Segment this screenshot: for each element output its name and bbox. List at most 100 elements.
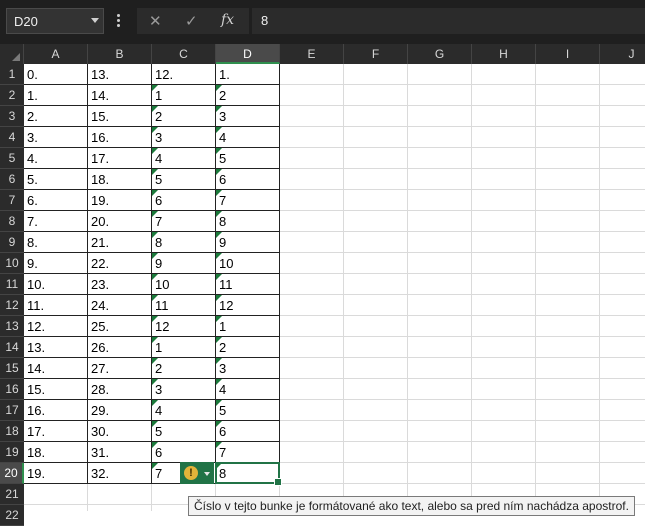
cell-d7[interactable]: 7 (216, 190, 280, 211)
cell-d18[interactable]: 6 (216, 421, 280, 442)
cell-c7[interactable]: 6 (152, 190, 216, 211)
cell-a16[interactable]: 15. (24, 379, 88, 400)
cell-a11[interactable]: 10. (24, 274, 88, 295)
cell-a19[interactable]: 18. (24, 442, 88, 463)
cell-d11[interactable]: 11 (216, 274, 280, 295)
cell-a18[interactable]: 17. (24, 421, 88, 442)
cell-c2[interactable]: 1 (152, 85, 216, 106)
column-header-c[interactable]: C (152, 44, 216, 64)
row-header-1[interactable]: 1 (0, 64, 24, 85)
row-header-12[interactable]: 12 (0, 295, 24, 316)
cell-c8[interactable]: 7 (152, 211, 216, 232)
row-header-5[interactable]: 5 (0, 148, 24, 169)
column-header-e[interactable]: E (280, 44, 344, 64)
cell-a15[interactable]: 14. (24, 358, 88, 379)
cell-b4[interactable]: 16. (88, 127, 152, 148)
cell-b20[interactable]: 32. (88, 463, 152, 484)
cell-a9[interactable]: 8. (24, 232, 88, 253)
cell-b17[interactable]: 29. (88, 400, 152, 421)
error-check-button[interactable]: ! (180, 462, 214, 484)
row-header-6[interactable]: 6 (0, 169, 24, 190)
cell-b6[interactable]: 18. (88, 169, 152, 190)
cell-a6[interactable]: 5. (24, 169, 88, 190)
cell-d12[interactable]: 12 (216, 295, 280, 316)
cell-b5[interactable]: 17. (88, 148, 152, 169)
row-header-15[interactable]: 15 (0, 358, 24, 379)
formula-input[interactable]: 8 (252, 8, 645, 34)
cell-b16[interactable]: 28. (88, 379, 152, 400)
cell-d2[interactable]: 2 (216, 85, 280, 106)
column-header-f[interactable]: F (344, 44, 408, 64)
cell-c5[interactable]: 4 (152, 148, 216, 169)
cell-c16[interactable]: 3 (152, 379, 216, 400)
column-header-d[interactable]: D (216, 44, 280, 64)
column-header-h[interactable]: H (472, 44, 536, 64)
cancel-icon[interactable]: ✕ (149, 12, 162, 30)
cell-a14[interactable]: 13. (24, 337, 88, 358)
cell-a8[interactable]: 7. (24, 211, 88, 232)
name-box[interactable]: D20 (6, 8, 104, 34)
fill-handle[interactable] (274, 478, 282, 486)
row-header-8[interactable]: 8 (0, 211, 24, 232)
column-header-j[interactable]: J (600, 44, 645, 64)
cell-b13[interactable]: 25. (88, 316, 152, 337)
insert-function-icon[interactable]: fx (221, 12, 234, 28)
cell-a5[interactable]: 4. (24, 148, 88, 169)
cell-a3[interactable]: 2. (24, 106, 88, 127)
cell-a1[interactable]: 0. (24, 64, 88, 85)
column-header-g[interactable]: G (408, 44, 472, 64)
cell-b18[interactable]: 30. (88, 421, 152, 442)
cell-d10[interactable]: 10 (216, 253, 280, 274)
cell-d19[interactable]: 7 (216, 442, 280, 463)
cell-c18[interactable]: 5 (152, 421, 216, 442)
cell-a12[interactable]: 11. (24, 295, 88, 316)
row-header-22[interactable]: 22 (0, 505, 24, 526)
select-all-corner[interactable] (0, 44, 24, 64)
cell-d5[interactable]: 5 (216, 148, 280, 169)
row-header-18[interactable]: 18 (0, 421, 24, 442)
row-header-3[interactable]: 3 (0, 106, 24, 127)
cell-c9[interactable]: 8 (152, 232, 216, 253)
cell-c12[interactable]: 11 (152, 295, 216, 316)
cell-d1[interactable]: 1. (216, 64, 280, 85)
cell-a17[interactable]: 16. (24, 400, 88, 421)
column-header-b[interactable]: B (88, 44, 152, 64)
row-header-13[interactable]: 13 (0, 316, 24, 337)
cell-a10[interactable]: 9. (24, 253, 88, 274)
cell-d9[interactable]: 9 (216, 232, 280, 253)
row-header-7[interactable]: 7 (0, 190, 24, 211)
cell-b3[interactable]: 15. (88, 106, 152, 127)
cell-c6[interactable]: 5 (152, 169, 216, 190)
cell-a20[interactable]: 19. (24, 463, 88, 484)
column-header-i[interactable]: I (536, 44, 600, 64)
column-header-a[interactable]: A (24, 44, 88, 64)
cell-b7[interactable]: 19. (88, 190, 152, 211)
cell-c19[interactable]: 6 (152, 442, 216, 463)
cell-c10[interactable]: 9 (152, 253, 216, 274)
cell-d3[interactable]: 3 (216, 106, 280, 127)
cell-c3[interactable]: 2 (152, 106, 216, 127)
cell-a13[interactable]: 12. (24, 316, 88, 337)
cell-a7[interactable]: 6. (24, 190, 88, 211)
row-header-2[interactable]: 2 (0, 85, 24, 106)
row-header-21[interactable]: 21 (0, 484, 24, 505)
cell-b10[interactable]: 22. (88, 253, 152, 274)
cell-b1[interactable]: 13. (88, 64, 152, 85)
cell-c15[interactable]: 2 (152, 358, 216, 379)
cell-b12[interactable]: 24. (88, 295, 152, 316)
cell-c13[interactable]: 12 (152, 316, 216, 337)
cell-b11[interactable]: 23. (88, 274, 152, 295)
row-header-9[interactable]: 9 (0, 232, 24, 253)
row-header-4[interactable]: 4 (0, 127, 24, 148)
more-options-icon[interactable] (117, 14, 120, 28)
cell-d16[interactable]: 4 (216, 379, 280, 400)
row-header-11[interactable]: 11 (0, 274, 24, 295)
cell-a2[interactable]: 1. (24, 85, 88, 106)
cell-d8[interactable]: 8 (216, 211, 280, 232)
row-header-17[interactable]: 17 (0, 400, 24, 421)
cell-b9[interactable]: 21. (88, 232, 152, 253)
chevron-down-icon[interactable] (91, 18, 99, 23)
cell-d17[interactable]: 5 (216, 400, 280, 421)
cell-b19[interactable]: 31. (88, 442, 152, 463)
row-header-14[interactable]: 14 (0, 337, 24, 358)
